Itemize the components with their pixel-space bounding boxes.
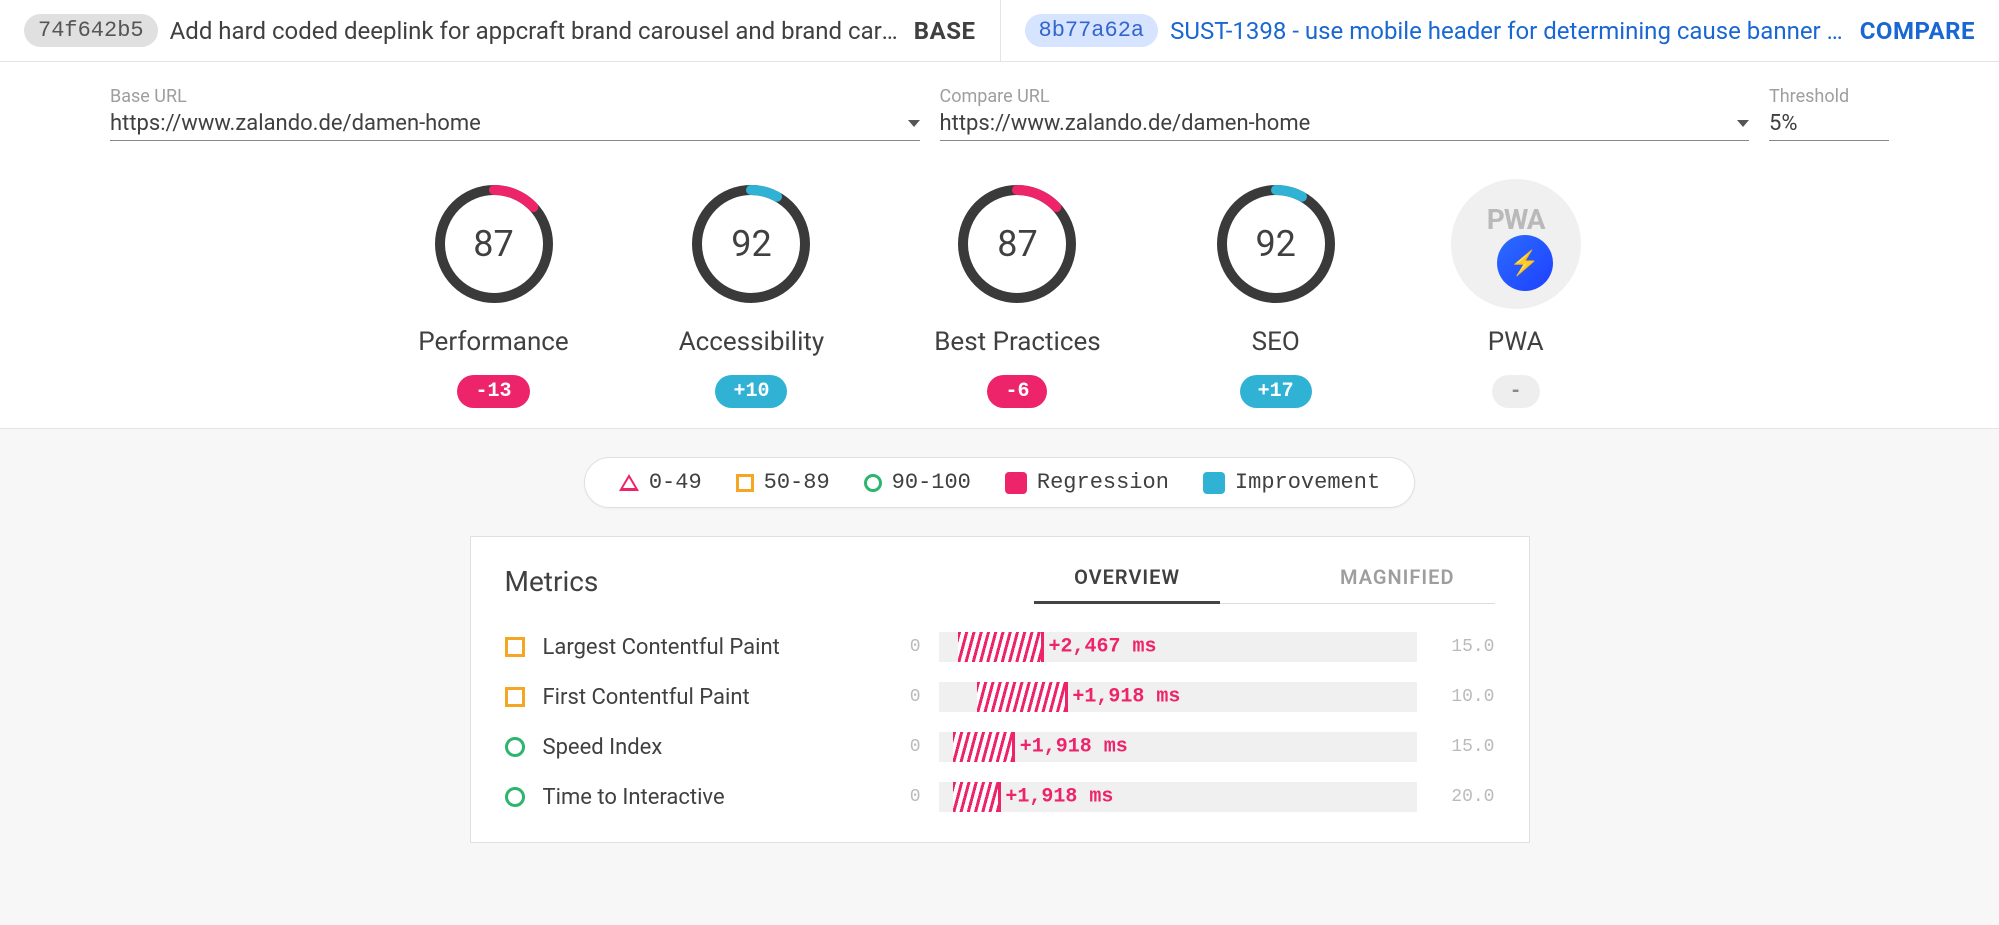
gauge-delta: +17	[1240, 375, 1312, 408]
gauge-label: PWA	[1488, 327, 1544, 357]
metric-row[interactable]: Time to Interactive 0 +1,918 ms 20.0	[505, 772, 1495, 822]
base-url-value: https://www.zalando.de/damen-home	[110, 111, 481, 136]
gauge-label: SEO	[1252, 327, 1300, 357]
gauge-delta: -13	[457, 375, 529, 408]
square-icon	[505, 637, 525, 657]
circle-icon	[864, 474, 882, 492]
gauge-label: Best Practices	[934, 327, 1100, 357]
chevron-down-icon	[908, 120, 920, 127]
circle-icon	[505, 737, 525, 757]
gauge-score: 87	[952, 179, 1082, 309]
threshold-field[interactable]: Threshold 5%	[1769, 86, 1889, 141]
gauge-ring: 87	[952, 179, 1082, 309]
legend-regression: Regression	[1005, 470, 1169, 495]
compare-commit-col: 8b77a62a SUST-1398 - use mobile header f…	[1000, 0, 1999, 61]
base-commit-desc: Add hard coded deeplink for appcraft bra…	[170, 17, 902, 45]
score-legend: 0-49 50-89 90-100 Regression Improvement	[584, 457, 1415, 508]
tab-magnified[interactable]: MAGNIFIED	[1300, 565, 1494, 603]
metric-axis-min: 0	[861, 637, 921, 657]
metric-bar: +1,918 ms	[939, 682, 1417, 712]
metric-row[interactable]: Largest Contentful Paint 0 +2,467 ms 15.0	[505, 622, 1495, 672]
metric-name: Speed Index	[543, 735, 843, 760]
metric-delta: +2,467 ms	[1048, 636, 1156, 659]
gauge-accessibility[interactable]: 92 Accessibility +10	[679, 179, 825, 408]
base-commit-col: 74f642b5 Add hard coded deeplink for app…	[0, 0, 1000, 61]
gauge-label: Performance	[418, 327, 568, 357]
gauge-delta: -	[1492, 375, 1540, 408]
square-icon	[505, 687, 525, 707]
legend-mid: 50-89	[736, 470, 830, 495]
bolt-icon	[1497, 235, 1553, 291]
metric-delta: +1,918 ms	[1005, 786, 1113, 809]
base-url-field[interactable]: Base URL https://www.zalando.de/damen-ho…	[110, 86, 920, 141]
gauge-pwa[interactable]: PWA PWA -	[1451, 179, 1581, 408]
metrics-panel: Metrics OVERVIEW MAGNIFIED Largest Conte…	[470, 536, 1530, 843]
metric-bar: +1,918 ms	[939, 732, 1417, 762]
section-divider	[0, 428, 1999, 429]
metric-bar: +2,467 ms	[939, 632, 1417, 662]
metric-bar: +1,918 ms	[939, 782, 1417, 812]
compare-role-label[interactable]: COMPARE	[1860, 17, 1975, 45]
gauge-ring: 87	[429, 179, 559, 309]
base-commit-hash[interactable]: 74f642b5	[24, 14, 158, 47]
compare-url-value: https://www.zalando.de/damen-home	[940, 111, 1311, 136]
legend-improvement: Improvement	[1203, 470, 1380, 495]
compare-url-label: Compare URL	[940, 86, 1750, 107]
metric-row[interactable]: Speed Index 0 +1,918 ms 15.0	[505, 722, 1495, 772]
metric-name: Largest Contentful Paint	[543, 635, 843, 660]
base-url-label: Base URL	[110, 86, 920, 107]
chevron-down-icon	[1737, 120, 1749, 127]
metric-name: Time to Interactive	[543, 785, 843, 810]
gauge-score: 92	[686, 179, 816, 309]
metric-axis-min: 0	[861, 687, 921, 707]
gauge-ring: 92	[1211, 179, 1341, 309]
gauge-score: 92	[1211, 179, 1341, 309]
metric-axis-max: 10.0	[1435, 687, 1495, 707]
legend-low: 0-49	[619, 470, 702, 495]
metric-axis-min: 0	[861, 737, 921, 757]
metric-axis-max: 15.0	[1435, 637, 1495, 657]
gauge-ring: 92	[686, 179, 816, 309]
gauge-seo[interactable]: 92 SEO +17	[1211, 179, 1341, 408]
square-icon	[736, 474, 754, 492]
metric-axis-min: 0	[861, 787, 921, 807]
tab-overview[interactable]: OVERVIEW	[1034, 565, 1220, 604]
gauge-delta: +10	[715, 375, 787, 408]
metric-delta: +1,918 ms	[1020, 736, 1128, 759]
threshold-label: Threshold	[1769, 86, 1889, 107]
gauges-row: 87 Performance -13 92 Accessibility +10 87 Best…	[0, 149, 1999, 428]
gauge-label: Accessibility	[679, 327, 825, 357]
metric-delta: +1,918 ms	[1072, 686, 1180, 709]
compare-url-field[interactable]: Compare URL https://www.zalando.de/damen…	[940, 86, 1750, 141]
gauge-delta: -6	[987, 375, 1047, 408]
metric-name: First Contentful Paint	[543, 685, 843, 710]
gauge-score: 87	[429, 179, 559, 309]
compare-commit-hash[interactable]: 8b77a62a	[1025, 14, 1159, 47]
metrics-tabs: OVERVIEW MAGNIFIED	[1034, 565, 1494, 604]
metric-axis-max: 15.0	[1435, 737, 1495, 757]
compare-header: 74f642b5 Add hard coded deeplink for app…	[0, 0, 1999, 62]
metric-rows: Largest Contentful Paint 0 +2,467 ms 15.0 Fi…	[505, 622, 1495, 822]
improvement-swatch	[1203, 472, 1225, 494]
gauge-best-practices[interactable]: 87 Best Practices -6	[934, 179, 1100, 408]
circle-icon	[505, 787, 525, 807]
metric-row[interactable]: First Contentful Paint 0 +1,918 ms 10.0	[505, 672, 1495, 722]
regression-swatch	[1005, 472, 1027, 494]
controls-row: Base URL https://www.zalando.de/damen-ho…	[0, 62, 1999, 149]
pwa-text: PWA	[1487, 203, 1545, 236]
gauge-performance[interactable]: 87 Performance -13	[418, 179, 568, 408]
legend-high: 90-100	[864, 470, 971, 495]
base-role-label: BASE	[914, 17, 976, 45]
metric-axis-max: 20.0	[1435, 787, 1495, 807]
triangle-icon	[619, 474, 639, 491]
pwa-badge: PWA	[1451, 179, 1581, 309]
metrics-title: Metrics	[505, 565, 599, 598]
threshold-value: 5%	[1769, 111, 1797, 136]
compare-commit-desc[interactable]: SUST-1398 - use mobile header for determ…	[1170, 17, 1848, 45]
